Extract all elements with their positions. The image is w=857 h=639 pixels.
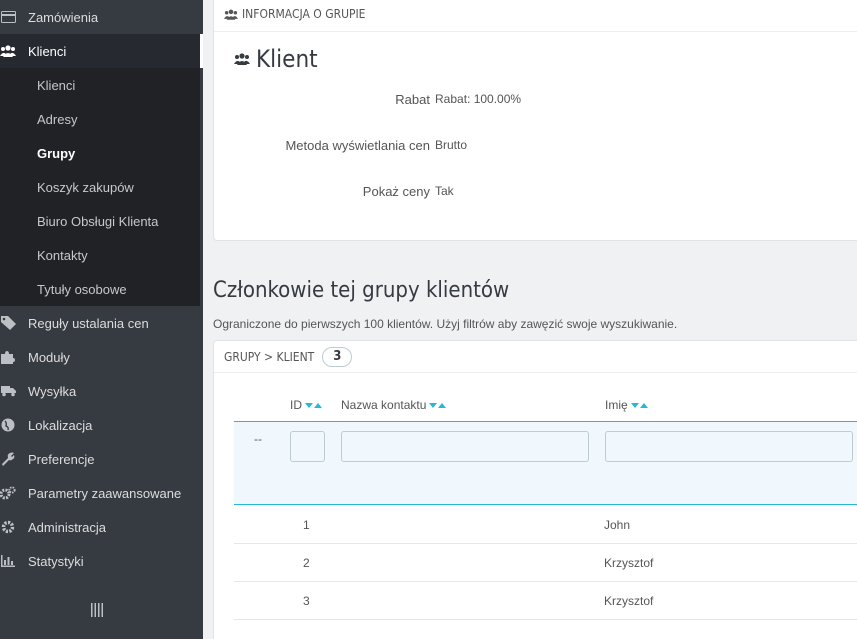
table-row[interactable]: 1 John xyxy=(234,506,857,544)
sort-asc-icon[interactable] xyxy=(314,402,322,408)
nav-item-statystyki[interactable]: Statystyki xyxy=(0,544,203,578)
gear-icon xyxy=(0,519,16,535)
users-icon xyxy=(0,43,16,59)
info-row-pokaz-ceny: Pokaż ceny Tak xyxy=(214,184,857,204)
nav-item-lokalizacja[interactable]: Lokalizacja xyxy=(0,408,203,442)
info-value: Tak xyxy=(435,184,454,198)
nav-item-preferencje[interactable]: Preferencje xyxy=(0,442,203,476)
nav-item-wysylka[interactable]: Wysyłka xyxy=(0,374,203,408)
sort-asc-icon[interactable] xyxy=(438,402,447,408)
members-list-heading-text: GRUPY > KLIENT xyxy=(224,349,315,364)
column-header-label: Nazwa kontaktu xyxy=(341,398,427,412)
nav-item-zamowienia[interactable]: Zamówienia xyxy=(0,0,203,34)
column-header-label: ID xyxy=(290,398,302,412)
collapse-sidebar-icon[interactable] xyxy=(91,603,103,620)
sort-desc-icon[interactable] xyxy=(305,402,313,408)
cell-first-name: Krzysztof xyxy=(604,556,654,570)
nav-label: Parametry zaawansowane xyxy=(28,485,182,501)
nav-item-klienci[interactable]: Klienci xyxy=(0,34,203,68)
info-row-rabat: Rabat Rabat: 100.00% xyxy=(214,92,857,112)
cell-id: 1 xyxy=(303,518,310,532)
nav-item-parametry[interactable]: Parametry zaawansowane xyxy=(0,476,203,510)
members-subtitle: Ograniczone do pierwszych 100 klientów. … xyxy=(213,317,678,331)
table-row[interactable]: 3 Krzysztof xyxy=(234,582,857,620)
column-header-first-name: Imię xyxy=(605,398,648,412)
sort-desc-icon[interactable] xyxy=(630,402,639,408)
filter-id-input[interactable] xyxy=(290,431,325,462)
credit-card-icon xyxy=(0,9,16,25)
members-title: Członkowie tej grupy klientów xyxy=(213,278,510,303)
info-label: Pokaż ceny xyxy=(362,184,430,199)
filter-dash: -- xyxy=(254,432,262,446)
nav-item-administracja[interactable]: Administracja xyxy=(0,510,203,544)
nav-label: Klienci xyxy=(28,43,67,59)
nav-label: Lokalizacja xyxy=(28,417,93,433)
submenu-klienci: Klienci Adresy Grupy Koszyk zakupów Biur… xyxy=(0,68,200,306)
sort-desc-icon[interactable] xyxy=(429,402,438,408)
info-row-metoda: Metoda wyświetlania cen Brutto xyxy=(214,138,857,158)
filter-contact-input[interactable] xyxy=(341,431,589,462)
column-header-label: Imię xyxy=(605,398,628,412)
users-icon xyxy=(234,53,250,65)
submenu-item-klienci[interactable]: Klienci xyxy=(37,68,75,102)
cell-first-name: John xyxy=(604,518,631,532)
submenu-item-kontakty[interactable]: Kontakty xyxy=(37,238,88,272)
sort-asc-icon[interactable] xyxy=(639,402,648,408)
filter-first-name-input[interactable] xyxy=(605,431,853,462)
nav-label: Statystyki xyxy=(28,553,84,569)
tag-icon xyxy=(0,315,16,331)
nav-label: Wysyłka xyxy=(28,383,77,399)
filter-row: -- xyxy=(234,421,857,505)
bar-chart-icon xyxy=(0,553,16,569)
submenu-item-grupy[interactable]: Grupy xyxy=(37,136,75,170)
nav-label: Moduły xyxy=(28,349,70,365)
nav-label: Preferencje xyxy=(28,451,95,467)
group-info-panel: INFORMACJA O GRUPIE Klient Rabat Rabat: … xyxy=(213,0,857,241)
sidebar: Zamówienia Klienci Klienci Adresy Grupy … xyxy=(0,0,203,639)
submenu-item-adresy[interactable]: Adresy xyxy=(37,102,77,136)
group-info-heading: INFORMACJA O GRUPIE xyxy=(214,0,857,32)
globe-icon xyxy=(0,417,16,433)
wrench-icon xyxy=(0,451,16,467)
group-info-heading-text: INFORMACJA O GRUPIE xyxy=(242,7,366,21)
members-count-badge: 3 xyxy=(322,346,353,367)
submenu-item-koszyk[interactable]: Koszyk zakupów xyxy=(37,170,134,204)
nav-label: Administracja xyxy=(28,519,107,535)
puzzle-icon xyxy=(0,349,16,365)
members-list-heading: GRUPY > KLIENT 3 xyxy=(214,341,857,373)
submenu-item-biuro[interactable]: Biuro Obsługi Klienta xyxy=(37,204,158,238)
column-header-id: ID xyxy=(290,398,322,412)
info-label: Rabat xyxy=(395,92,430,107)
column-header-contact: Nazwa kontaktu xyxy=(341,398,447,412)
nav-label: Zamówienia xyxy=(28,9,99,25)
truck-icon xyxy=(0,383,16,399)
group-title-text: Klient xyxy=(256,45,318,73)
submenu-item-tytuly[interactable]: Tytuły osobowe xyxy=(37,272,127,306)
cell-first-name: Krzysztof xyxy=(604,594,654,608)
group-title: Klient xyxy=(234,45,318,73)
cell-id: 3 xyxy=(303,594,310,608)
users-icon xyxy=(224,9,238,20)
nav-item-moduly[interactable]: Moduły xyxy=(0,340,203,374)
cell-id: 2 xyxy=(303,556,310,570)
info-value: Rabat: 100.00% xyxy=(435,92,522,106)
cogs-icon xyxy=(0,485,16,501)
nav-label: Reguły ustalania cen xyxy=(28,315,149,331)
info-label: Metoda wyświetlania cen xyxy=(285,138,430,153)
nav-item-reguly[interactable]: Reguły ustalania cen xyxy=(0,306,203,340)
table-row[interactable]: 2 Krzysztof xyxy=(234,544,857,582)
info-value: Brutto xyxy=(435,138,468,152)
